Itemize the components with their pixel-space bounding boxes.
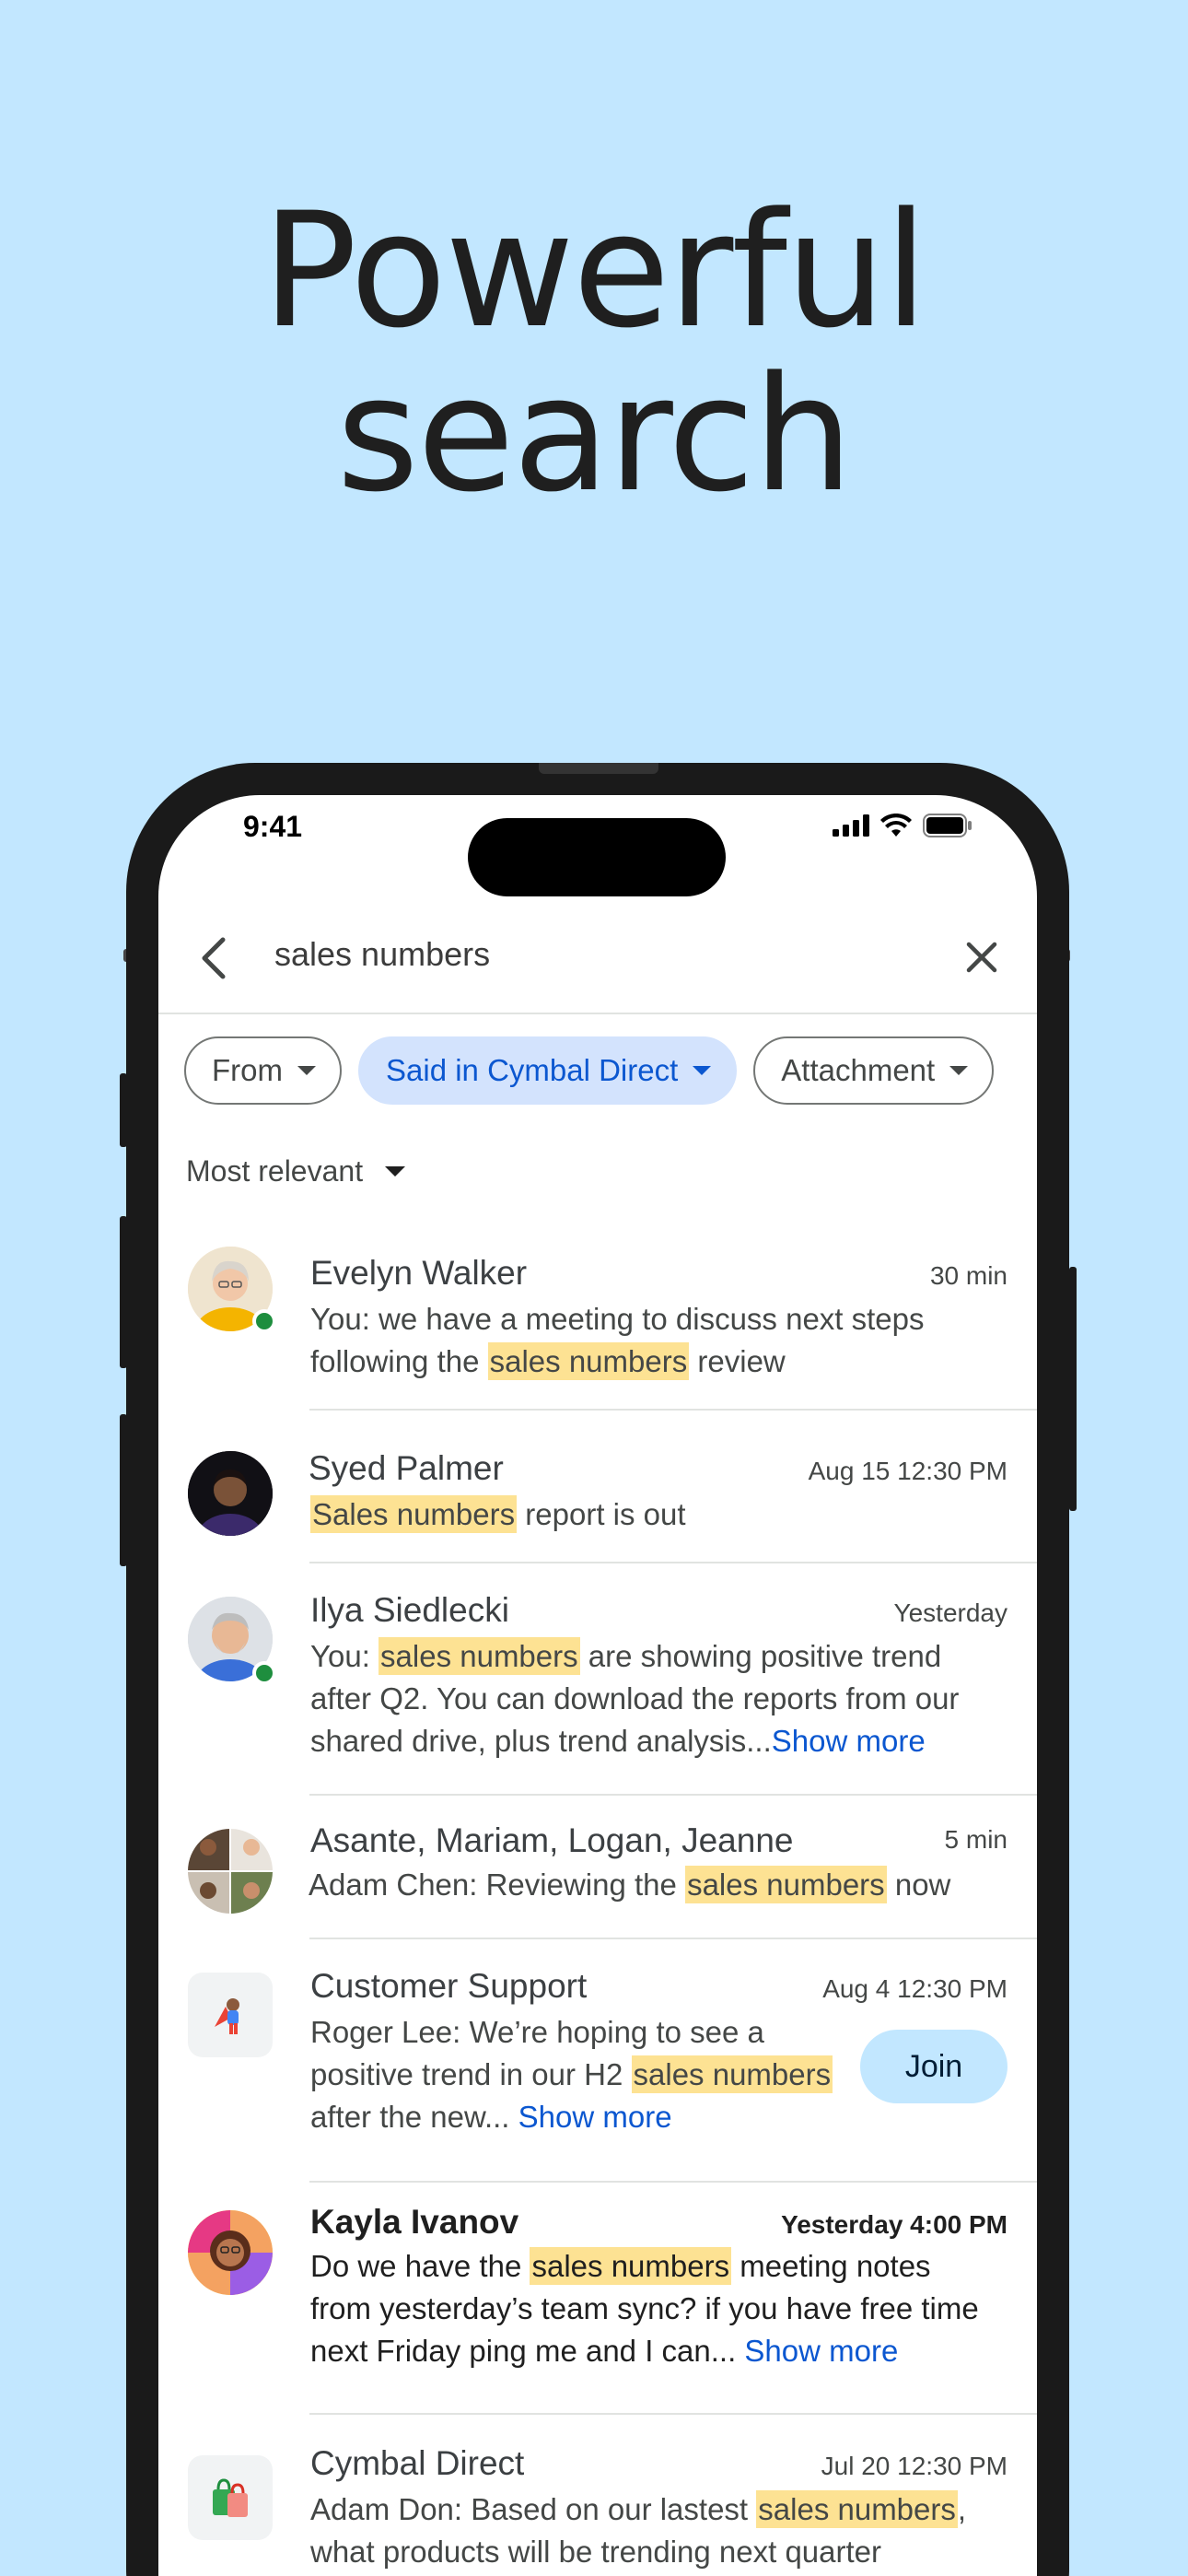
snippet-text: review [689,1344,786,1378]
close-icon [966,942,997,973]
message-snippet: Roger Lee: We’re hoping to see a positiv… [310,2011,863,2138]
wifi-icon [880,814,912,837]
clear-search-button[interactable] [961,937,1002,978]
filter-chips: From Said in Cymbal Direct Attachment [184,1036,995,1105]
result-row[interactable]: Cymbal Direct Jul 20 12:30 PM Adam Don: … [158,2415,1037,2576]
phone-screen: 9:41 sales numbers From Said in Cymbal D… [158,795,1037,2576]
sort-dropdown[interactable]: Most relevant [186,1154,406,1188]
search-highlight: Sales numbers [310,1495,518,1533]
result-row[interactable]: Customer Support Aug 4 12:30 PM Roger Le… [158,1939,1037,2183]
search-highlight: sales numbers [530,2247,732,2285]
snippet-text: positive trend in our H2 [310,2057,632,2091]
snippet-text: now [886,1868,951,1902]
search-highlight: sales numbers [379,1637,580,1675]
power-button [1069,1267,1077,1511]
headline-line-2: search [336,342,853,527]
group-photo [188,1829,273,1914]
shopping-bag-icon [213,2478,248,2517]
chip-from-label: From [212,1053,283,1087]
message-snippet: Adam Chen: Reviewing the sales numbers n… [309,1864,990,1906]
sender-name: Ilya Siedlecki [310,1591,509,1629]
sender-name: Cymbal Direct [310,2444,525,2482]
timestamp: 30 min [929,1261,1007,1290]
dropdown-arrow-icon [297,1066,316,1075]
status-time: 9:41 [243,810,303,843]
message-snippet: Do we have the sales numbers meeting not… [310,2245,992,2372]
dropdown-arrow-icon [385,1166,406,1177]
person-photo [188,2210,273,2295]
online-status-icon [252,1309,276,1333]
timestamp: Aug 4 12:30 PM [822,1974,1007,2003]
timestamp: Yesterday [893,1598,1008,1627]
snippet-text: after the new... [310,2100,518,2134]
snippet-text: Roger Lee: We’re hoping to see a [310,2015,764,2049]
search-highlight: sales numbers [756,2490,958,2528]
show-more-link[interactable]: Show more [772,1724,926,1758]
show-more-link[interactable]: Show more [518,2100,672,2134]
search-divider [158,1013,1037,1014]
sort-label: Most relevant [186,1154,364,1188]
sender-name: Syed Palmer [309,1449,504,1487]
avatar [188,2210,273,2295]
chip-said-in[interactable]: Said in Cymbal Direct [358,1036,738,1105]
search-highlight: sales numbers [487,1342,690,1380]
group-avatar [188,1829,273,1914]
chip-attachment[interactable]: Attachment [753,1036,995,1105]
result-row[interactable]: Syed Palmer Aug 15 12:30 PM Sales number… [158,1411,1037,1563]
timestamp: Aug 15 12:30 PM [808,1457,1007,1485]
dynamic-island [468,818,726,896]
snippet-text: Adam Don: Based on our lastest [310,2492,757,2526]
app-avatar [188,1973,273,2057]
timestamp: Yesterday 4:00 PM [781,2210,1007,2239]
search-bar: sales numbers [158,896,1037,1016]
chip-said-in-label: Said in Cymbal Direct [386,1053,679,1087]
timestamp: 5 min [944,1825,1007,1854]
chip-attachment-label: Attachment [781,1053,936,1087]
app-avatar [188,2455,273,2540]
headline-line-1: Powerful [262,178,927,363]
snippet-text: Adam Chen: Reviewing the [309,1868,686,1902]
dropdown-arrow-icon [693,1066,712,1075]
sender-name: Asante, Mariam, Logan, Jeanne [310,1821,794,1859]
timestamp: Jul 20 12:30 PM [821,2452,1007,2480]
superhero-icon [215,1998,239,2034]
result-row[interactable]: Evelyn Walker 30 min You: we have a meet… [158,1226,1037,1411]
result-row[interactable]: Kayla Ivanov Yesterday 4:00 PM Do we hav… [158,2183,1037,2415]
battery-icon [923,814,972,837]
cellular-signal-icon [833,814,869,837]
back-arrow-icon [202,937,226,979]
search-highlight: sales numbers [631,2055,833,2093]
message-snippet: You: we have a meeting to discuss next s… [310,1298,992,1383]
sender-name: Customer Support [310,1967,588,2005]
snippet-text: You: [310,1639,379,1673]
headline: Powerful search [0,189,1188,517]
message-snippet: Adam Don: Based on our lastest sales num… [310,2488,992,2573]
search-highlight: sales numbers [685,1866,887,1903]
result-row[interactable]: Ilya Siedlecki Yesterday You: sales numb… [158,1563,1037,1796]
back-button[interactable] [190,935,236,981]
sender-name: Evelyn Walker [310,1254,528,1292]
show-more-link[interactable]: Show more [744,2334,898,2368]
online-status-icon [252,1661,276,1685]
snippet-text: Do we have the [310,2249,530,2283]
join-button[interactable]: Join [860,2030,1007,2103]
person-photo [188,1451,273,1536]
chip-from[interactable]: From [184,1036,342,1105]
message-snippet: You: sales numbers are showing positive … [310,1635,992,1762]
search-input[interactable]: sales numbers [274,935,490,974]
snippet-text: report is out [517,1497,686,1531]
dropdown-arrow-icon [949,1066,969,1075]
result-row[interactable]: Asante, Mariam, Logan, Jeanne 5 min Adam… [158,1796,1037,1939]
status-icons [833,814,973,837]
sender-name: Kayla Ivanov [310,2203,519,2241]
avatar [188,1451,273,1536]
message-snippet: Sales numbers report is out [310,1493,992,1536]
